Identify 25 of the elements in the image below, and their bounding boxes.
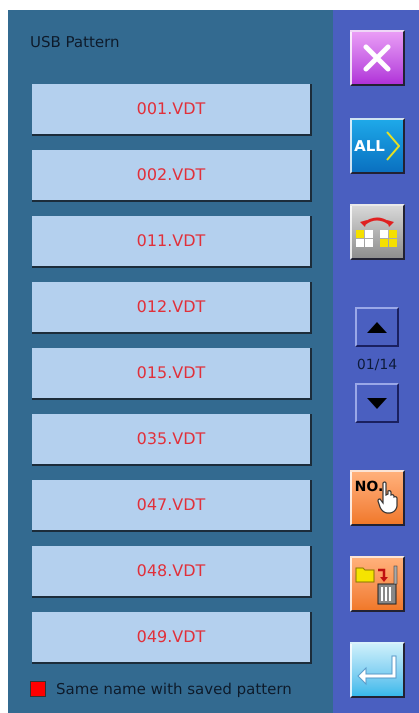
pattern-file-button[interactable]: 001.VDT [32,84,312,136]
swap-button[interactable] [350,204,404,260]
pattern-file-button[interactable]: 049.VDT [32,612,312,664]
arrow-outline-icon [386,131,400,161]
select-all-button[interactable]: ALL [350,118,404,174]
page-down-button[interactable] [355,383,399,423]
pattern-file-button[interactable]: 015.VDT [32,348,312,400]
pattern-file-button[interactable]: 048.VDT [32,546,312,598]
close-icon [361,42,393,74]
pattern-file-button[interactable]: 035.VDT [32,414,312,466]
return-arrow-icon [356,654,398,686]
pattern-file-button[interactable]: 002.VDT [32,150,312,202]
delete-file-button[interactable] [350,556,404,612]
legend-label: Same name with saved pattern [56,679,292,700]
pattern-file-button[interactable]: 012.VDT [32,282,312,334]
page-indicator: 01/14 [356,356,398,375]
pattern-file-button[interactable]: 011.VDT [32,216,312,268]
close-button[interactable] [350,30,404,86]
pattern-file-button[interactable]: 047.VDT [32,480,312,532]
page-up-button[interactable] [355,307,399,347]
enter-button[interactable] [350,642,404,698]
up-triangle-icon [367,322,387,332]
panel-title: USB Pattern [30,32,121,51]
down-triangle-icon [367,398,387,408]
number-select-button[interactable]: NO. [350,470,404,526]
